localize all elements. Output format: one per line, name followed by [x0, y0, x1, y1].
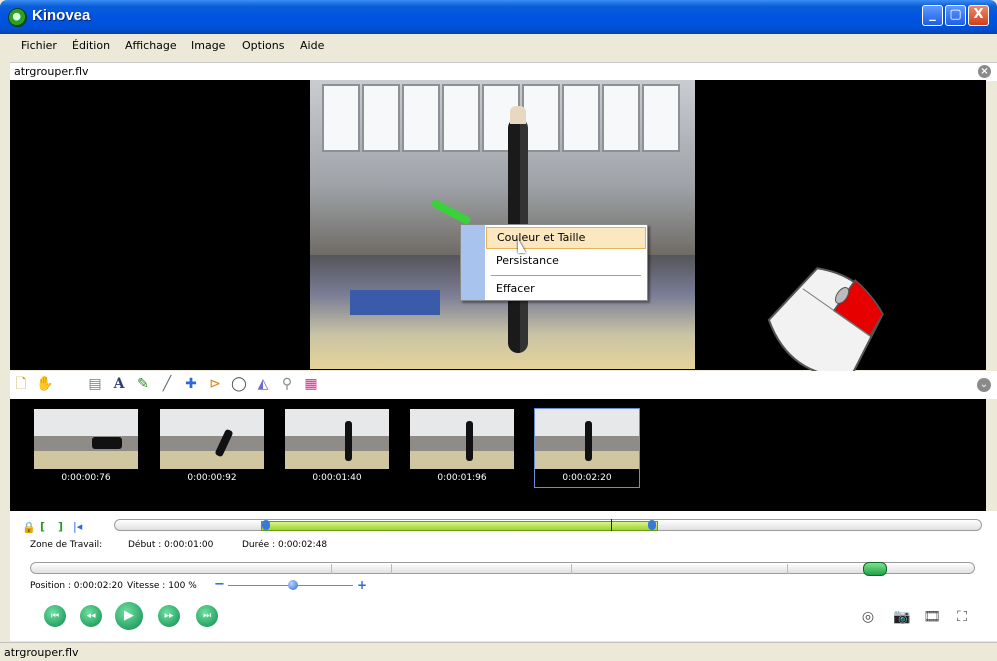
pencil-tool-icon[interactable]: ✎ [134, 375, 152, 393]
cross-marker-icon[interactable]: ✚ [182, 375, 200, 393]
keyframe-timestamp: 0:00:00:92 [187, 473, 237, 483]
gymnast-feet [510, 106, 526, 124]
menu-fichier[interactable]: Fichier [21, 39, 57, 52]
set-start-icon[interactable]: [ [40, 520, 45, 533]
play-icon[interactable]: ▶ [115, 602, 143, 630]
collapse-panel-icon[interactable]: ⌄ [977, 378, 991, 392]
menu-item-effacer[interactable]: Effacer [486, 278, 646, 300]
context-menu-gutter [461, 225, 485, 300]
drawing-toolbar: 🗋 ✋ ▤ A ✎ ╱ ✚ ⊳ ◯ ◭ ⚲ ▦ ⌄ [10, 371, 997, 399]
presentation-icon[interactable]: ⛶ [952, 607, 972, 627]
add-keyframe-icon[interactable]: 🗋 [12, 375, 30, 393]
speed-increase-button[interactable]: + [357, 578, 367, 592]
minimize-button[interactable]: _ [922, 5, 943, 26]
working-zone-start: Début : 0:00:01:00 [128, 540, 214, 550]
mouse-hint-icon [767, 267, 884, 379]
speed-label: Vitesse : 100 % [127, 581, 197, 591]
menu-options[interactable]: Options [242, 39, 284, 52]
chrono-tool-icon[interactable]: ◯ [230, 375, 248, 393]
kinovea-app-icon [8, 8, 27, 27]
position-label: Position : 0:00:02:20 [30, 581, 123, 591]
snapshot-icon[interactable]: 📷 [892, 607, 912, 627]
menu-bar: Fichier Édition Affichage Image Options … [0, 34, 997, 58]
maximize-button[interactable]: ▢ [945, 5, 966, 26]
window-title: Kinovea [32, 7, 91, 24]
menu-image[interactable]: Image [191, 39, 225, 52]
goto-first-frame-icon[interactable]: ⏮ [44, 605, 66, 627]
context-menu-separator [491, 275, 641, 276]
keyframe-thumbnail[interactable]: 0:00:00:92 [160, 409, 264, 487]
keyframe-timestamp: 0:00:01:96 [437, 473, 487, 483]
lock-icon[interactable]: 🔒 [22, 521, 36, 534]
position-track[interactable] [30, 562, 975, 576]
close-window-button[interactable]: X [968, 5, 989, 26]
gym-mat [350, 290, 440, 315]
magnifier-icon[interactable]: ⚲ [278, 375, 296, 393]
file-name: atrgrouper.flv [14, 65, 89, 78]
playback-controls-panel: 🔒 [ ] |◂ Zone de Travail: Début : 0:00:0… [10, 511, 997, 641]
speed-decrease-button[interactable]: − [214, 577, 225, 592]
goto-start-icon[interactable]: |◂ [73, 520, 82, 533]
status-text: atrgrouper.flv [4, 646, 79, 659]
grid-tool-icon[interactable]: ◭ [254, 375, 272, 393]
speed-slider-thumb[interactable] [288, 580, 298, 590]
keyframe-thumbnail[interactable]: 0:00:00:76 [34, 409, 138, 487]
angle-tool-icon[interactable]: ⊳ [206, 375, 224, 393]
close-file-icon[interactable]: × [978, 65, 991, 78]
range-end-handle[interactable] [648, 520, 656, 530]
text-tool-icon[interactable]: A [110, 375, 128, 393]
keyframe-thumbnail[interactable]: 0:00:01:96 [410, 409, 514, 487]
menu-edition[interactable]: Édition [72, 39, 110, 52]
keyframe-timestamp: 0:00:01:40 [312, 473, 362, 483]
menu-item-persistance[interactable]: Persistance [486, 250, 646, 272]
position-cursor-handle[interactable] [863, 562, 887, 576]
menu-item-couleur-taille[interactable]: Couleur et Taille [486, 227, 646, 249]
working-zone-track[interactable] [114, 519, 982, 531]
export-video-icon[interactable]: 🎞 [922, 607, 942, 627]
keyframe-strip: 0:00:00:76 0:00:00:92 0:00:01:40 0:00:01… [10, 399, 986, 511]
next-frame-icon[interactable]: ▸▸ [158, 605, 180, 627]
context-menu: Couleur et Taille Persistance Effacer [460, 224, 648, 301]
working-zone-duration: Durée : 0:00:02:48 [242, 540, 328, 550]
menu-affichage[interactable]: Affichage [125, 39, 177, 52]
color-profile-icon[interactable]: ▦ [302, 375, 320, 393]
status-bar: atrgrouper.flv [0, 642, 997, 661]
title-bar: Kinovea _ ▢ X [0, 0, 997, 34]
set-end-icon[interactable]: ] [58, 520, 63, 533]
comment-tool-icon[interactable]: ▤ [86, 375, 104, 393]
sync-icon[interactable]: ◎ [858, 607, 878, 627]
current-position-marker [611, 519, 612, 531]
keyframe-timestamp: 0:00:02:20 [562, 473, 612, 483]
mouse-cursor-icon [518, 239, 526, 253]
menu-aide[interactable]: Aide [300, 39, 324, 52]
keyframe-thumbnail[interactable]: 0:00:01:40 [285, 409, 389, 487]
file-header: atrgrouper.flv × [10, 62, 997, 81]
working-zone-range[interactable] [261, 521, 658, 531]
keyframe-thumbnail-selected[interactable]: 0:00:02:20 [534, 408, 640, 488]
keyframe-timestamp: 0:00:00:76 [61, 473, 111, 483]
previous-frame-icon[interactable]: ◂◂ [80, 605, 102, 627]
line-tool-icon[interactable]: ╱ [158, 375, 176, 393]
working-zone-label: Zone de Travail: [30, 540, 103, 550]
goto-last-frame-icon[interactable]: ⏭ [196, 605, 218, 627]
range-start-handle[interactable] [262, 520, 270, 530]
hand-tool-icon[interactable]: ✋ [36, 375, 54, 393]
